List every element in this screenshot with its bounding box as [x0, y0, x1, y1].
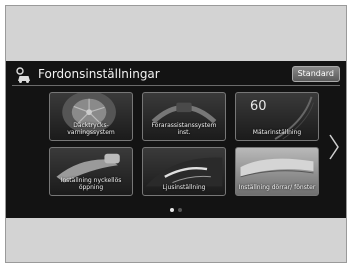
manual-figure-frame: Fordonsinställningar Standard Däcktrycks… [5, 5, 347, 263]
chevron-right-icon[interactable] [328, 134, 340, 160]
header-divider [12, 85, 340, 86]
tile-tire-pressure-warning[interactable]: Däcktrycks- varningssystem [49, 92, 133, 141]
tile-label: Mätarinställning [252, 129, 302, 136]
tile-label: Däcktrycks- varningssystem [67, 122, 115, 136]
standard-button[interactable]: Standard [291, 66, 340, 82]
vehicle-settings-screen: Fordonsinställningar Standard Däcktrycks… [6, 61, 346, 218]
tile-label: Förarassistanssystem inst. [151, 122, 217, 136]
page-title: Fordonsinställningar [38, 67, 160, 81]
page-indicator [6, 208, 346, 212]
tile-door-window-settings[interactable]: Inställning dörrar/ fönster [235, 147, 319, 196]
tile-lighting-settings[interactable]: Ljusinställning [142, 147, 226, 196]
tile-label: Ljusinställning [162, 184, 206, 191]
tile-driver-assist-settings[interactable]: Förarassistanssystem inst. [142, 92, 226, 141]
page-dot-1 [170, 208, 174, 212]
page-dot-2 [178, 208, 182, 212]
tile-keyless-entry-settings[interactable]: Inställning nyckellös öppning [49, 147, 133, 196]
tile-label: Inställning dörrar/ fönster [238, 184, 316, 191]
speed-readout: 60 [250, 99, 267, 114]
header-bar: Fordonsinställningar Standard [6, 61, 346, 88]
car-settings-icon [16, 67, 30, 83]
tile-label: Inställning nyckellös öppning [60, 177, 122, 191]
tile-meter-settings[interactable]: 60 Mätarinställning [235, 92, 319, 141]
